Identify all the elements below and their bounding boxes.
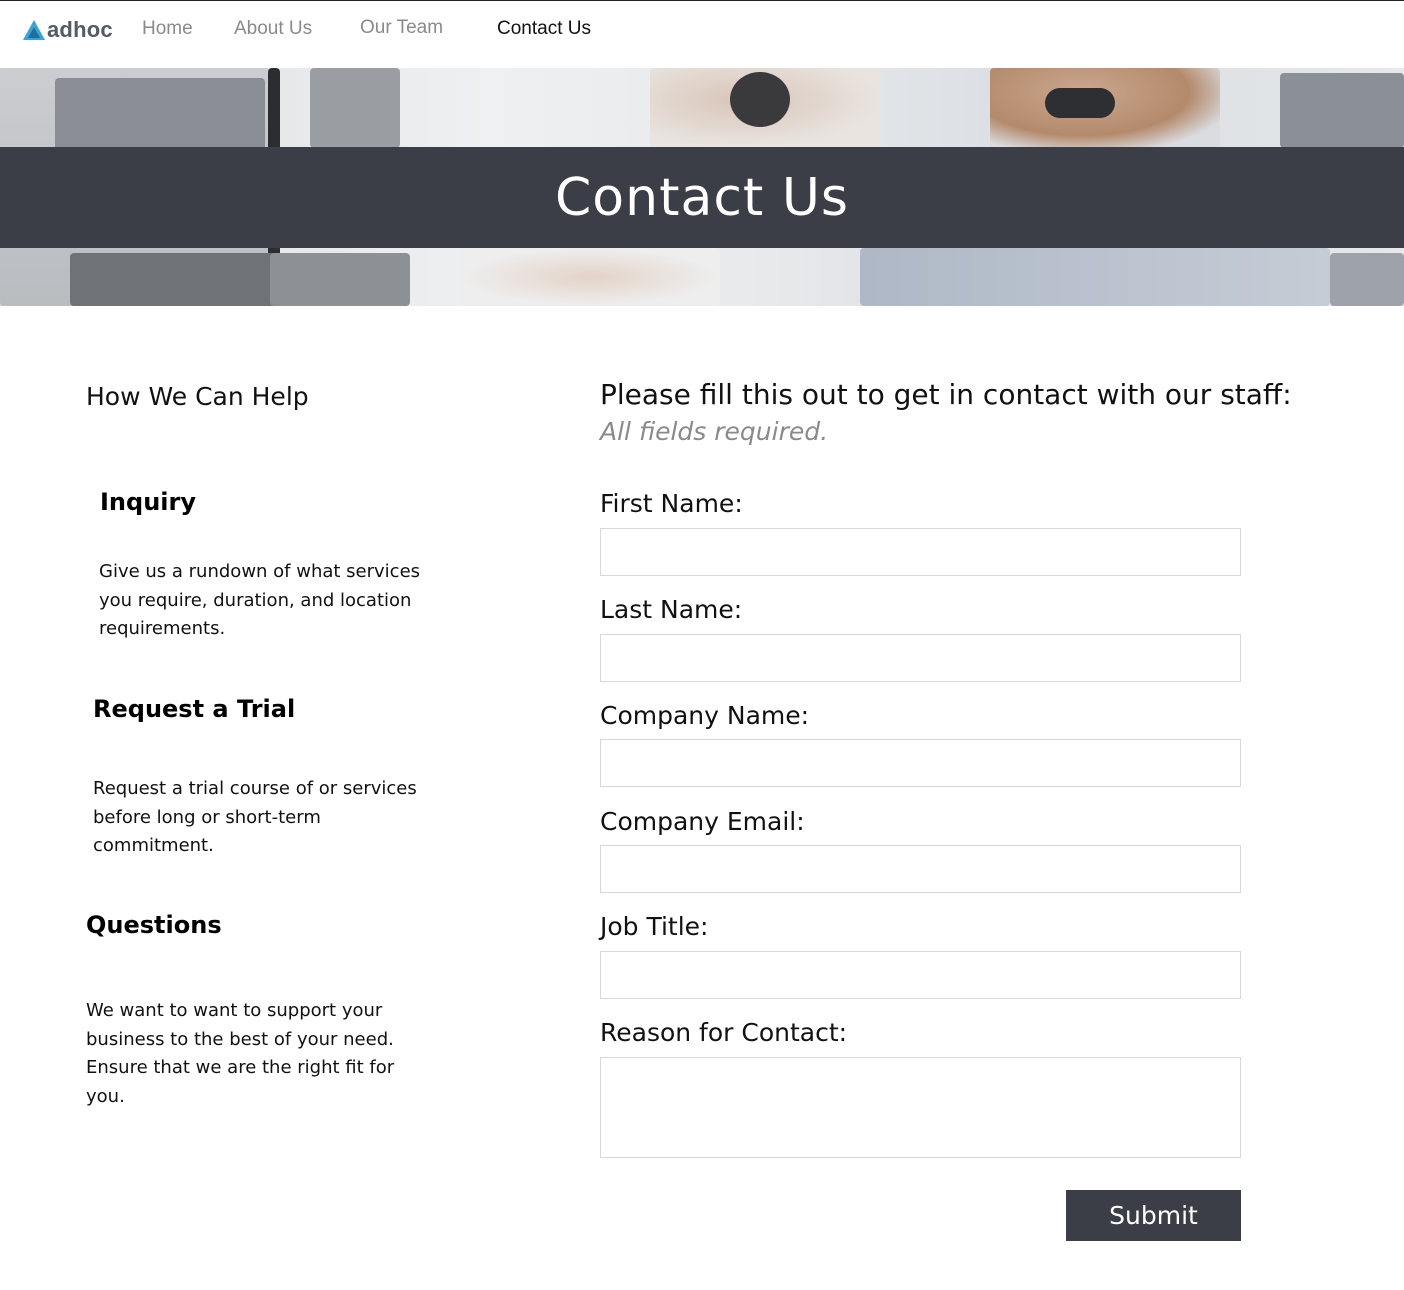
hero-photo-headset	[730, 72, 790, 127]
company-email-input[interactable]	[600, 845, 1241, 893]
hero-photo-keyboard	[70, 253, 300, 306]
reason-for-contact-textarea[interactable]	[600, 1057, 1241, 1158]
hero-photo-right-monitor	[1280, 73, 1404, 148]
help-section-title: How We Can Help	[86, 382, 309, 411]
nav-link-our-team[interactable]: Our Team	[360, 17, 443, 39]
reason-for-contact-label: Reason for Contact:	[600, 1018, 848, 1047]
nav-link-home[interactable]: Home	[142, 18, 193, 40]
hero-title-band: Contact Us	[0, 147, 1404, 248]
logo-icon	[23, 20, 45, 40]
job-title-label: Job Title:	[600, 912, 709, 941]
hero-photo-shirt	[860, 248, 1330, 306]
last-name-input[interactable]	[600, 634, 1241, 682]
hero-photo-screen	[310, 68, 400, 148]
request-trial-title: Request a Trial	[93, 695, 296, 723]
logo[interactable]: adhoc	[22, 15, 113, 45]
hero-photo-desk-item	[270, 253, 410, 306]
company-name-input[interactable]	[600, 739, 1241, 787]
hero-photo-monitor	[55, 78, 265, 153]
inquiry-title: Inquiry	[100, 488, 196, 516]
company-email-label: Company Email:	[600, 807, 805, 836]
nav-link-about-us[interactable]: About Us	[234, 18, 312, 40]
company-name-label: Company Name:	[600, 701, 810, 730]
last-name-label: Last Name:	[600, 595, 743, 624]
page-title: Contact Us	[555, 167, 849, 228]
form-required-note: All fields required.	[600, 417, 829, 446]
questions-text: We want to want to support your business…	[86, 1000, 395, 1107]
hero-photo-chair	[1330, 253, 1404, 306]
hero-photo-mic	[1045, 88, 1115, 118]
first-name-input[interactable]	[600, 528, 1241, 576]
hero-photo-hands	[460, 248, 720, 306]
nav-link-contact-us[interactable]: Contact Us	[497, 18, 591, 40]
submit-button[interactable]: Submit	[1066, 1190, 1241, 1241]
first-name-label: First Name:	[600, 489, 743, 518]
logo-text: adhoc	[47, 17, 113, 42]
hero-banner: Contact Us	[0, 68, 1404, 306]
request-trial-text: Request a trial course of or services be…	[93, 778, 417, 856]
inquiry-text: Give us a rundown of what services you r…	[99, 561, 421, 639]
form-heading: Please fill this out to get in contact w…	[600, 378, 1292, 411]
top-nav: adhoc Home About Us Our Team Contact Us	[0, 0, 1404, 68]
job-title-input[interactable]	[600, 951, 1241, 999]
questions-title: Questions	[86, 911, 222, 939]
contact-page: adhoc Home About Us Our Team Contact Us …	[0, 0, 1404, 1290]
